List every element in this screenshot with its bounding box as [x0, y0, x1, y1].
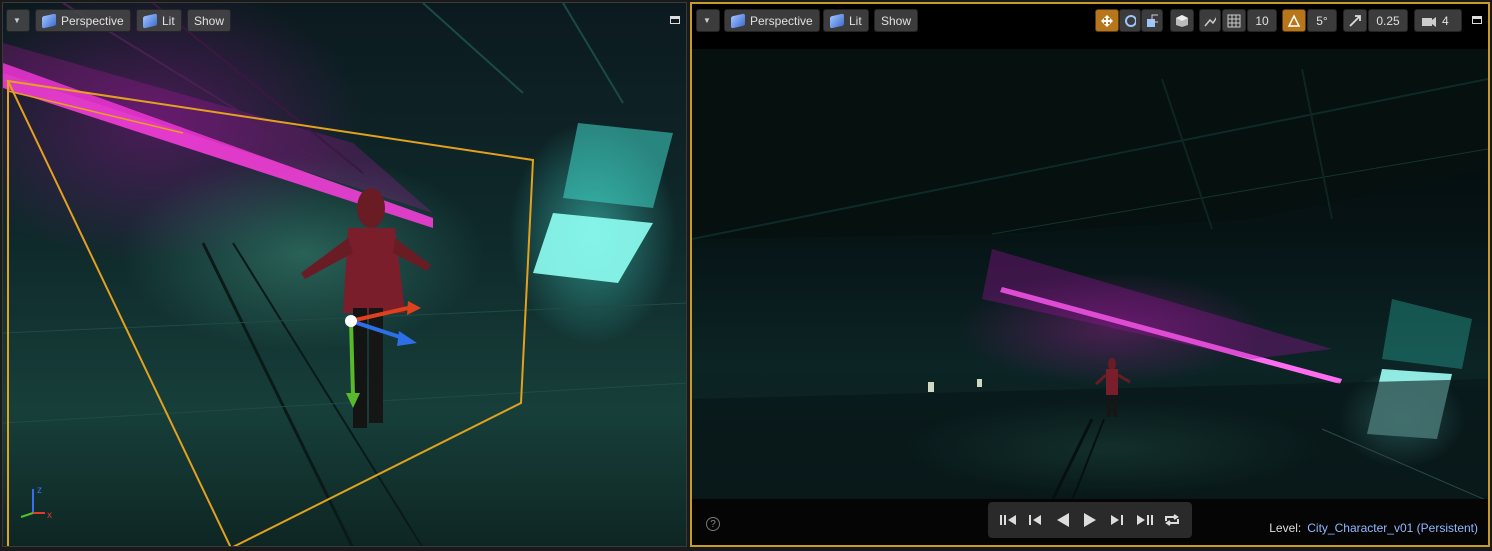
grid-snap-label: 10	[1255, 13, 1269, 28]
left-viewport[interactable]: ▼ Perspective Lit Show z x	[2, 2, 687, 547]
perspective-label: Perspective	[61, 13, 124, 28]
grid-snap-value[interactable]: 10	[1247, 9, 1277, 32]
grid-snap-toggle[interactable]	[1222, 9, 1246, 32]
skip-to-start-icon	[999, 515, 1016, 525]
skip-to-start-button[interactable]	[997, 509, 1019, 531]
loop-icon	[1165, 514, 1180, 526]
rotate-mode-button[interactable]	[1119, 9, 1141, 32]
step-forward-button[interactable]	[1106, 509, 1128, 531]
perspective-icon	[731, 13, 745, 28]
rotate-icon	[1125, 14, 1136, 27]
loop-button[interactable]	[1161, 509, 1183, 531]
camera-speed-button[interactable]: 4	[1414, 9, 1462, 32]
axis-indicator: z x	[20, 485, 52, 521]
skip-to-end-button[interactable]	[1134, 509, 1156, 531]
scale-mode-button[interactable]	[1141, 9, 1163, 32]
scene-right	[692, 49, 1488, 501]
step-back-button[interactable]	[1024, 509, 1046, 531]
playback-controls	[988, 502, 1192, 538]
level-indicator: Level: City_Character_v01 (Persistent)	[1269, 521, 1478, 535]
move-icon	[1101, 14, 1113, 27]
scale-arrow-icon	[1349, 14, 1361, 27]
lit-button[interactable]: Lit	[136, 9, 182, 32]
lit-label: Lit	[162, 13, 175, 28]
rotation-snap-value[interactable]: 5°	[1307, 9, 1337, 32]
chevron-down-icon: ▼	[703, 16, 711, 25]
lit-label: Lit	[849, 13, 862, 28]
viewport-options-button[interactable]: ▼	[6, 9, 30, 32]
scale-snap-toggle[interactable]	[1343, 9, 1367, 32]
help-icon[interactable]: ?	[706, 517, 720, 531]
camera-icon	[1422, 16, 1436, 27]
rotation-snap-toggle[interactable]	[1282, 9, 1306, 32]
scale-snap-value[interactable]: 0.25	[1368, 9, 1408, 32]
rotation-snap-label: 5°	[1316, 13, 1328, 28]
angle-icon	[1287, 13, 1301, 27]
surface-snap-button[interactable]	[1199, 9, 1221, 32]
level-name: City_Character_v01 (Persistent)	[1307, 521, 1478, 535]
level-label: Level:	[1269, 521, 1302, 535]
show-button[interactable]: Show	[874, 9, 919, 32]
play-reverse-icon	[1056, 513, 1069, 527]
scale-icon	[1147, 14, 1158, 27]
right-viewport[interactable]: ▼ Perspective Lit Show 10 5° 0.25 4 ? Le…	[690, 2, 1490, 547]
maximize-icon[interactable]	[670, 16, 680, 24]
scene-left	[3, 3, 686, 546]
grid-icon	[1227, 14, 1241, 27]
axis-z-label: z	[37, 485, 42, 496]
play-button[interactable]	[1079, 509, 1101, 531]
camera-speed-label: 4	[1442, 13, 1449, 28]
maximize-icon[interactable]	[1472, 16, 1482, 24]
show-label: Show	[881, 13, 912, 28]
perspective-button[interactable]: Perspective	[35, 9, 131, 32]
perspective-button[interactable]: Perspective	[724, 9, 820, 32]
coordinate-system-button[interactable]	[1170, 9, 1194, 32]
step-forward-icon	[1111, 515, 1124, 525]
axis-x-label: x	[47, 510, 52, 521]
scale-snap-label: 0.25	[1376, 13, 1400, 28]
lit-icon	[143, 13, 157, 28]
viewport-options-button[interactable]: ▼	[696, 9, 720, 32]
show-label: Show	[194, 13, 225, 28]
cyan-panel	[563, 123, 673, 208]
perspective-icon	[42, 13, 56, 28]
show-button[interactable]: Show	[187, 9, 232, 32]
lit-button[interactable]: Lit	[823, 9, 869, 32]
skip-to-end-icon	[1136, 515, 1153, 525]
cyan-panel-bright	[533, 213, 653, 283]
translate-mode-button[interactable]	[1095, 9, 1119, 32]
perspective-label: Perspective	[750, 13, 813, 28]
step-back-icon	[1029, 515, 1042, 525]
lit-icon	[830, 13, 844, 28]
play-reverse-button[interactable]	[1052, 509, 1074, 531]
surface-snap-icon	[1204, 16, 1216, 26]
chevron-down-icon: ▼	[13, 16, 21, 25]
cube-icon	[1176, 14, 1188, 27]
play-icon	[1083, 513, 1096, 527]
